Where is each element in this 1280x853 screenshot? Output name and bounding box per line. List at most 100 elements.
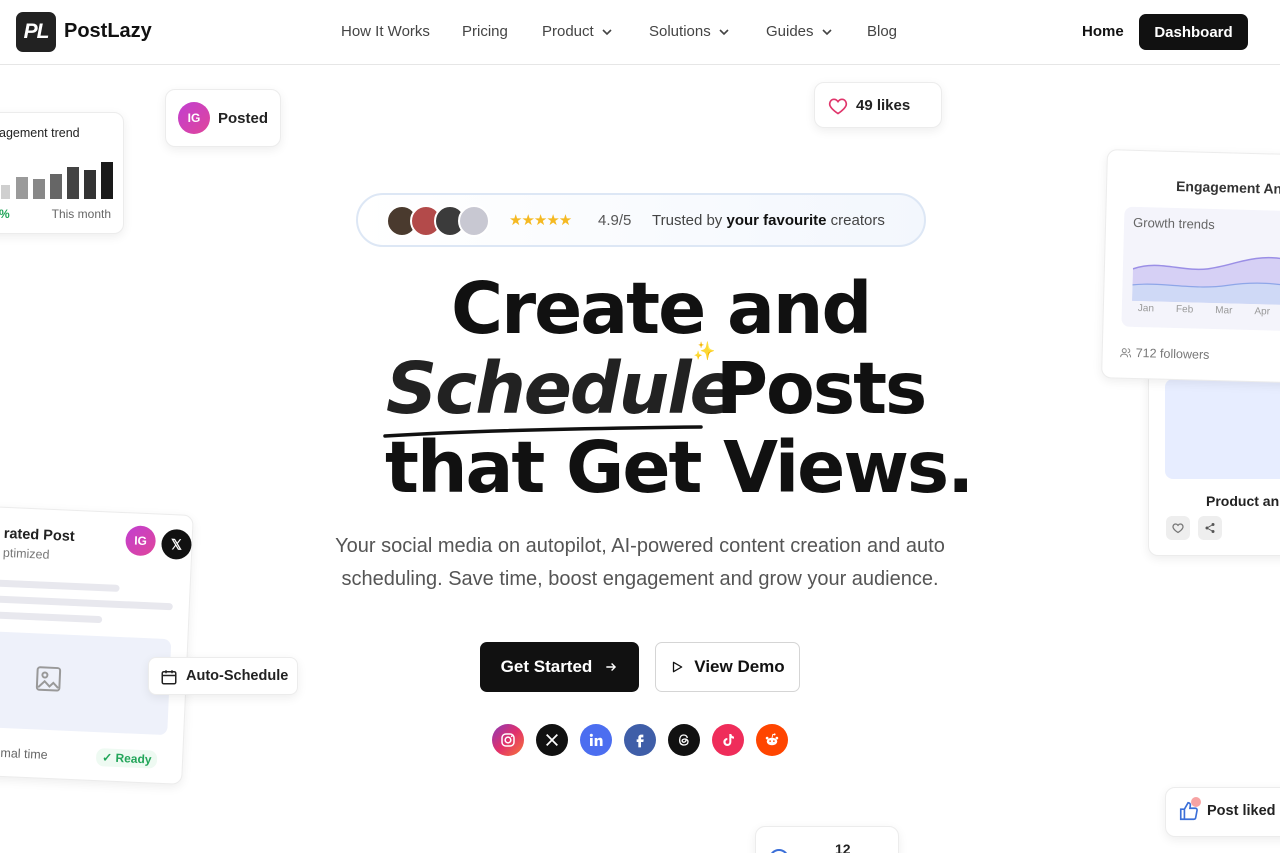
stat-card: 12 [755, 826, 899, 853]
chevron-down-icon [719, 28, 729, 35]
nav-how-it-works[interactable]: How It Works [341, 23, 430, 40]
post-liked-label: Post liked [1207, 803, 1276, 819]
trusted-by-text: Trusted by your favourite creators [652, 212, 885, 229]
like-button[interactable] [1166, 516, 1190, 540]
threads-icon[interactable] [668, 724, 700, 756]
x-glyph [546, 734, 558, 746]
facebook-glyph [636, 734, 644, 748]
chevron-down-icon [602, 28, 612, 35]
nav-pricing[interactable]: Pricing [462, 23, 508, 40]
linkedin-icon[interactable] [580, 724, 612, 756]
nav-blog[interactable]: Blog [867, 23, 897, 40]
likes-card: 49 likes [814, 82, 942, 128]
text-line-placeholder [0, 579, 120, 592]
engagement-analytics-card: Engagement An Growth trends Jan Feb Mar … [1101, 149, 1280, 384]
nav-label: Blog [867, 23, 898, 40]
trusted-suffix: creators [826, 212, 885, 229]
nav-product[interactable]: Product [542, 23, 614, 40]
tiktok-icon[interactable] [712, 724, 744, 756]
rating-stars: ★★★★★ [509, 212, 572, 229]
trusted-emphasis: your favourite [726, 212, 827, 229]
status-label: Ready [115, 750, 152, 767]
hero-subtext: Your social media on autopilot, AI-power… [335, 535, 945, 590]
nav-label: How It Works [341, 23, 430, 40]
auto-schedule-label: Auto-Schedule [186, 668, 289, 684]
users-icon [1120, 348, 1132, 358]
growth-area-chart [1132, 257, 1280, 306]
threads-glyph [678, 734, 689, 746]
month-label: Mar [1215, 305, 1233, 317]
trust-badge: ★★★★★ 4.9/5 Trusted by your favourite cr… [356, 193, 926, 247]
posted-label: Posted [218, 110, 269, 127]
nav-label: Guides [766, 23, 814, 40]
dashboard-button[interactable]: Dashboard [1139, 14, 1248, 50]
nav-label: Product [542, 23, 594, 40]
play-icon [673, 661, 683, 673]
x-badge: 𝕏 [160, 528, 193, 561]
brand-name[interactable]: PostLazy [64, 20, 152, 43]
get-started-button[interactable]: Get Started [480, 642, 639, 692]
trusted-prefix: Trusted by [652, 212, 727, 229]
linkedin-glyph [589, 733, 603, 746]
notification-dot [1191, 797, 1201, 807]
hero-heading-line-3: that Get Views. [385, 426, 974, 509]
x-icon[interactable] [536, 724, 568, 756]
growth-chart-panel: Growth trends Jan Feb Mar Apr [1121, 206, 1280, 332]
instagram-icon[interactable] [492, 724, 524, 756]
share-button[interactable] [1198, 516, 1222, 540]
optimal-time-label: timal time [0, 745, 48, 762]
stat-value: 12 [835, 841, 851, 853]
hero-heading-schedule: Schedule [386, 347, 738, 430]
nav-label: Solutions [649, 23, 711, 40]
image-icon [35, 666, 62, 692]
reddit-glyph [765, 733, 779, 746]
view-demo-label: View Demo [694, 657, 785, 676]
trend-title: agement trend [0, 126, 80, 140]
hero-heading-line-1: Create and [451, 267, 872, 350]
nav-label: Pricing [462, 23, 508, 40]
instagram-badge: IG [124, 525, 157, 557]
nav-guides[interactable]: Guides [766, 23, 834, 40]
home-link[interactable]: Home [1082, 23, 1124, 40]
text-line-placeholder [0, 611, 103, 624]
followers-label: 712 followers [1135, 345, 1210, 362]
logo-mark[interactable]: PL [16, 12, 56, 52]
stat-icon [769, 849, 789, 853]
text-line-placeholder [0, 595, 173, 611]
calendar-icon [161, 670, 177, 685]
heart-icon [828, 98, 848, 115]
ready-status-badge: ✓ Ready [95, 748, 158, 769]
generated-post-title: rated Post [3, 525, 75, 545]
product-title: Product an [1206, 493, 1280, 509]
rating-value: 4.9/5 [598, 212, 632, 229]
avatar [458, 205, 490, 237]
tiktok-glyph [723, 734, 734, 746]
share-icon [1205, 523, 1215, 533]
month-label: Feb [1175, 304, 1194, 316]
engagement-trend-card: agement trend % This month [0, 112, 124, 234]
view-demo-button[interactable]: View Demo [655, 642, 800, 692]
top-navbar: PL PostLazy How It Works Pricing Product… [0, 0, 1280, 65]
month-label: Apr [1254, 306, 1271, 318]
hero-heading-posts: Posts [716, 347, 927, 430]
heart-icon [1172, 523, 1184, 534]
followers-count: 712 followers [1120, 346, 1210, 362]
sparkle-icon: ✨ [693, 341, 716, 361]
trend-bar-chart [1, 162, 113, 199]
instagram-glyph [501, 733, 515, 747]
reddit-icon[interactable] [756, 724, 788, 756]
nav-solutions[interactable]: Solutions [649, 23, 731, 40]
chevron-down-icon [821, 28, 832, 35]
likes-count: 49 likes [856, 97, 911, 114]
get-started-label: Get Started [500, 657, 593, 676]
generated-post-subtitle: ptimized [2, 545, 50, 562]
facebook-icon[interactable] [624, 724, 656, 756]
month-label: Jan [1137, 303, 1155, 315]
auto-schedule-card: Auto-Schedule [148, 657, 298, 695]
product-card: Product an [1148, 370, 1280, 556]
generated-post-card: rated Post ptimized IG 𝕏 timal time ✓ Re… [0, 505, 194, 785]
arrow-right-icon [606, 663, 617, 671]
month-axis: Jan Feb Mar Apr [1138, 303, 1270, 317]
growth-label: Growth trends [1132, 214, 1215, 233]
trend-change: % [0, 207, 10, 221]
